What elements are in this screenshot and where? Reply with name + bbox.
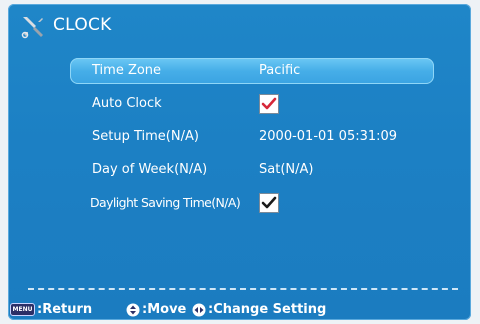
menu-key-icon: MENU: [10, 303, 35, 316]
change-setting-hint: :Change Setting: [192, 302, 326, 317]
setting-label: Day of Week(N/A): [92, 162, 208, 177]
setting-time-zone[interactable]: Time Zone Pacific: [70, 58, 434, 84]
check-icon: [261, 196, 277, 209]
setting-value: Pacific: [259, 63, 301, 78]
left-right-arrows-icon: [192, 303, 206, 316]
tools-icon: [21, 17, 43, 39]
screen: CLOCK Time Zone Pacific Auto Clock Setup…: [0, 0, 480, 324]
change-setting-label: :Change Setting: [208, 302, 327, 317]
setting-label: Time Zone: [92, 63, 162, 78]
title-bar: CLOCK: [8, 4, 471, 44]
return-hint: MENU:Return: [10, 302, 92, 317]
setting-daylight-saving[interactable]: Daylight Saving Time(N/A): [70, 190, 430, 216]
auto-clock-checkbox[interactable]: [259, 94, 279, 114]
return-label: :Return: [37, 302, 93, 317]
page-title: CLOCK: [53, 15, 112, 35]
setting-label: Auto Clock: [92, 96, 162, 111]
setting-setup-time[interactable]: Setup Time(N/A) 2000-01-01 05:31:09: [70, 124, 430, 150]
footer-help-bar: MENU:Return :Move :Change Setting: [8, 302, 471, 320]
move-hint: :Move: [126, 302, 186, 317]
setting-value: Sat(N/A): [259, 162, 314, 177]
setting-day-of-week[interactable]: Day of Week(N/A) Sat(N/A): [70, 157, 430, 183]
footer-divider: [28, 288, 458, 290]
setting-auto-clock[interactable]: Auto Clock: [70, 91, 430, 117]
daylight-saving-checkbox[interactable]: [259, 193, 279, 213]
up-down-arrows-icon: [126, 303, 140, 316]
setting-value: 2000-01-01 05:31:09: [259, 129, 398, 144]
setting-label: Setup Time(N/A): [92, 129, 199, 144]
setting-label: Daylight Saving Time(N/A): [90, 195, 241, 210]
check-icon: [261, 97, 277, 110]
move-label: :Move: [142, 302, 187, 317]
clock-menu-panel: CLOCK Time Zone Pacific Auto Clock Setup…: [8, 4, 471, 320]
